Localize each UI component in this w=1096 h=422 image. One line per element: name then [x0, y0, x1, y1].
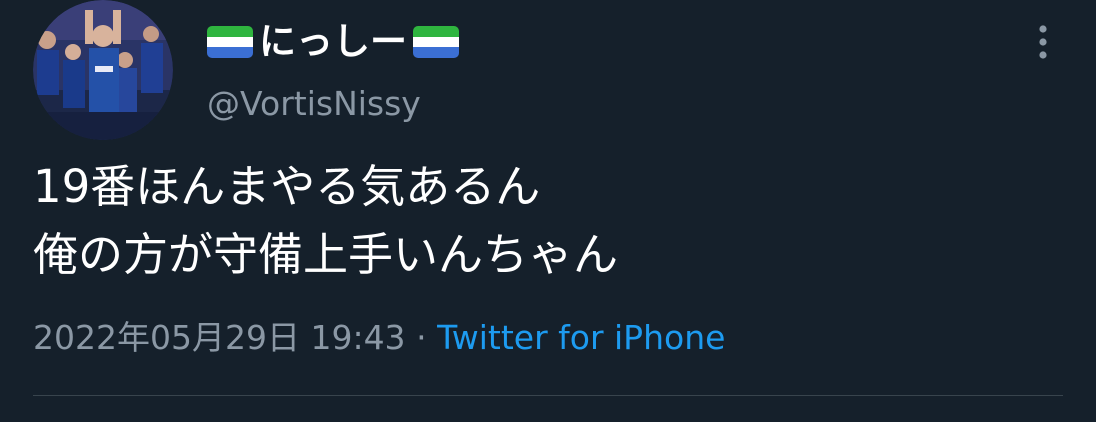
sierra-leone-flag-icon	[413, 26, 459, 58]
user-handle[interactable]: @VortisNissy	[207, 80, 421, 128]
tweet-text-line: 19番ほんまやる気あるん	[33, 160, 541, 213]
avatar-image	[33, 0, 173, 140]
sierra-leone-flag-icon	[207, 26, 253, 58]
more-options-button[interactable]	[1022, 20, 1064, 64]
timestamp[interactable]: 2022年05月29日 19:43	[33, 318, 406, 357]
source-link[interactable]: Twitter for iPhone	[437, 318, 725, 357]
divider	[33, 395, 1063, 396]
display-name-row[interactable]: にっしー	[207, 14, 459, 70]
avatar[interactable]	[33, 0, 173, 140]
tweet-text-line: 俺の方が守備上手いんちゃん	[33, 228, 619, 281]
tweet: にっしー @VortisNissy 19番ほんまやる気あるん 俺の方が守備上手い…	[0, 0, 1096, 422]
tweet-meta: 2022年05月29日 19:43 · Twitter for iPhone	[33, 314, 725, 362]
more-vertical-icon	[1039, 25, 1047, 59]
display-name: にっしー	[259, 20, 407, 63]
meta-separator: ·	[416, 318, 427, 357]
tweet-text: 19番ほんまやる気あるん 俺の方が守備上手いんちゃん	[33, 153, 1063, 289]
